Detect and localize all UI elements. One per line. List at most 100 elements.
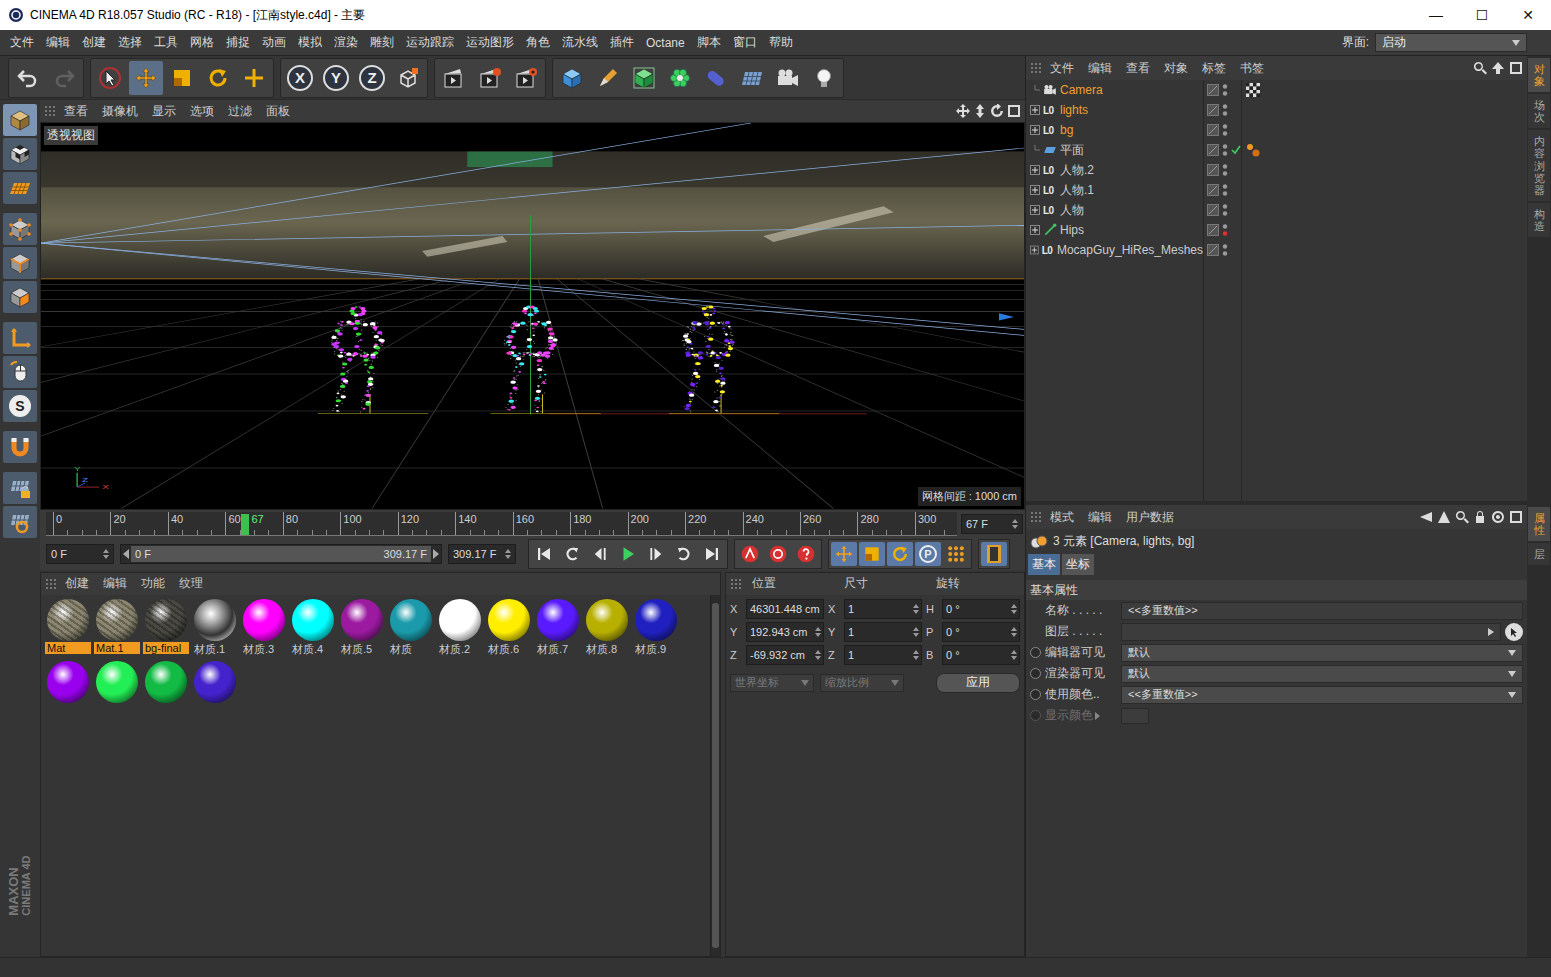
visibility-dots-icon[interactable]	[1222, 83, 1228, 97]
menu-item[interactable]: 选择	[112, 34, 148, 51]
undo-button[interactable]	[11, 61, 45, 95]
layer-icon[interactable]	[1207, 124, 1219, 136]
panel-grip-icon[interactable]	[45, 578, 57, 590]
viewport-menu-item[interactable]: 面板	[260, 103, 296, 120]
link-arrow-icon[interactable]	[1488, 628, 1494, 636]
animate-radio[interactable]	[1030, 668, 1041, 679]
mocap-figure[interactable]	[669, 305, 779, 413]
workplane-lock-button[interactable]	[3, 472, 37, 504]
spinner-icon[interactable]	[913, 627, 919, 637]
material-menu-item[interactable]: 纹理	[173, 575, 209, 592]
object-row[interactable]: L0lights	[1026, 100, 1527, 120]
object-row[interactable]: 平面	[1026, 140, 1527, 160]
rotation-field[interactable]: 0 °	[942, 599, 1020, 619]
polygons-button[interactable]	[3, 281, 37, 313]
move-button[interactable]	[129, 61, 163, 95]
axis-mode-button[interactable]	[3, 322, 37, 354]
zoom-icon[interactable]	[973, 104, 987, 118]
material-item[interactable]: 材质.9	[633, 599, 679, 657]
expand-arrow-icon[interactable]	[1095, 712, 1100, 720]
select-button[interactable]	[93, 61, 127, 95]
material-item[interactable]	[94, 661, 140, 703]
pen-button[interactable]	[591, 61, 625, 95]
color-swatch[interactable]	[1121, 708, 1149, 724]
side-tab[interactable]: 场次	[1528, 94, 1550, 128]
menu-item[interactable]: 编辑	[40, 34, 76, 51]
material-menu-item[interactable]: 创建	[59, 575, 95, 592]
perspective-viewport[interactable]: YZX透视视图网格间距 : 1000 cm	[40, 122, 1025, 510]
add-button[interactable]	[237, 61, 271, 95]
spinner-icon[interactable]	[1011, 627, 1017, 637]
attribute-menu-item[interactable]: 用户数据	[1120, 509, 1180, 526]
select-field[interactable]: 默认	[1121, 644, 1523, 662]
viewport-scene[interactable]: YZX	[41, 123, 1024, 509]
visibility-dots-icon[interactable]	[1222, 203, 1228, 217]
back-icon[interactable]	[1419, 510, 1433, 524]
autokey-button[interactable]	[765, 542, 791, 566]
expand-icon[interactable]	[1030, 105, 1040, 115]
target-icon[interactable]	[1491, 510, 1505, 524]
play-button[interactable]	[615, 542, 641, 566]
material-item[interactable]: 材质.5	[339, 599, 385, 657]
visibility-dots-icon[interactable]	[1222, 243, 1228, 257]
viewport-menu-item[interactable]: 显示	[146, 103, 182, 120]
layer-icon[interactable]	[1207, 204, 1219, 216]
coordinate-mode-select[interactable]: 世界坐标	[730, 674, 814, 692]
material-item[interactable]: Mat	[45, 599, 91, 657]
object-row[interactable]: Hips	[1026, 220, 1527, 240]
timeline-button[interactable]	[981, 542, 1007, 566]
cube-button[interactable]	[555, 61, 589, 95]
animate-radio[interactable]	[1030, 710, 1041, 721]
side-tab[interactable]: 内容浏览器	[1528, 130, 1550, 200]
up-icon[interactable]	[1437, 510, 1451, 524]
edges-button[interactable]	[3, 247, 37, 279]
window-control-button[interactable]: —	[1413, 0, 1459, 30]
playhead[interactable]	[241, 514, 249, 535]
material-item[interactable]: bg-final	[143, 599, 189, 657]
expand-icon[interactable]	[1030, 245, 1039, 255]
render-button[interactable]	[473, 61, 507, 95]
visibility-dots-icon[interactable]	[1222, 163, 1228, 177]
visibility-dots-icon[interactable]	[1222, 103, 1228, 117]
maximize-icon[interactable]	[1007, 104, 1021, 118]
object-row[interactable]: L0人物.1	[1026, 180, 1527, 200]
spinner-icon[interactable]	[913, 650, 919, 660]
menu-item[interactable]: 文件	[4, 34, 40, 51]
key-rotate-button[interactable]	[887, 542, 913, 566]
menu-item[interactable]: 流水线	[556, 34, 604, 51]
floor-button[interactable]	[735, 61, 769, 95]
expand-icon[interactable]	[1030, 185, 1040, 195]
menu-item[interactable]: 运动跟踪	[400, 34, 460, 51]
side-tab[interactable]: 属性	[1528, 507, 1550, 541]
scrollbar-thumb[interactable]	[712, 603, 719, 949]
mocap-figure[interactable]	[318, 306, 428, 413]
visibility-dots-icon[interactable]	[1222, 123, 1228, 137]
object-menu-item[interactable]: 编辑	[1082, 60, 1118, 77]
snap-button[interactable]: S	[3, 390, 37, 422]
attribute-menu-item[interactable]: 编辑	[1082, 509, 1118, 526]
up-icon[interactable]	[1491, 61, 1505, 75]
menu-item[interactable]: 创建	[76, 34, 112, 51]
object-row[interactable]: Camera	[1026, 80, 1527, 100]
model-button[interactable]	[3, 104, 37, 136]
redo-button[interactable]	[47, 61, 81, 95]
material-item[interactable]	[192, 661, 238, 703]
key-move-button[interactable]	[831, 542, 857, 566]
rotation-field[interactable]: 0 °	[942, 622, 1020, 642]
layer-icon[interactable]	[1207, 144, 1219, 156]
rotation-field[interactable]: 0 °	[942, 645, 1020, 665]
spinner-icon[interactable]	[815, 627, 821, 637]
viewport-menu-item[interactable]: 选项	[184, 103, 220, 120]
menu-item[interactable]: 模拟	[292, 34, 328, 51]
search-icon[interactable]	[1455, 510, 1469, 524]
end-frame-field[interactable]: 309.17 F	[448, 544, 516, 564]
expand-icon[interactable]	[1030, 225, 1040, 235]
text-field[interactable]: <<多重数值>>	[1121, 602, 1523, 620]
render-view-button[interactable]	[437, 61, 471, 95]
layer-icon[interactable]	[1207, 244, 1219, 256]
material-item[interactable]: 材质.6	[486, 599, 532, 657]
points-button[interactable]	[3, 213, 37, 245]
panel-grip-icon[interactable]	[1030, 511, 1042, 523]
side-tab[interactable]: 对象	[1528, 58, 1550, 92]
render-settings-button[interactable]	[509, 61, 543, 95]
